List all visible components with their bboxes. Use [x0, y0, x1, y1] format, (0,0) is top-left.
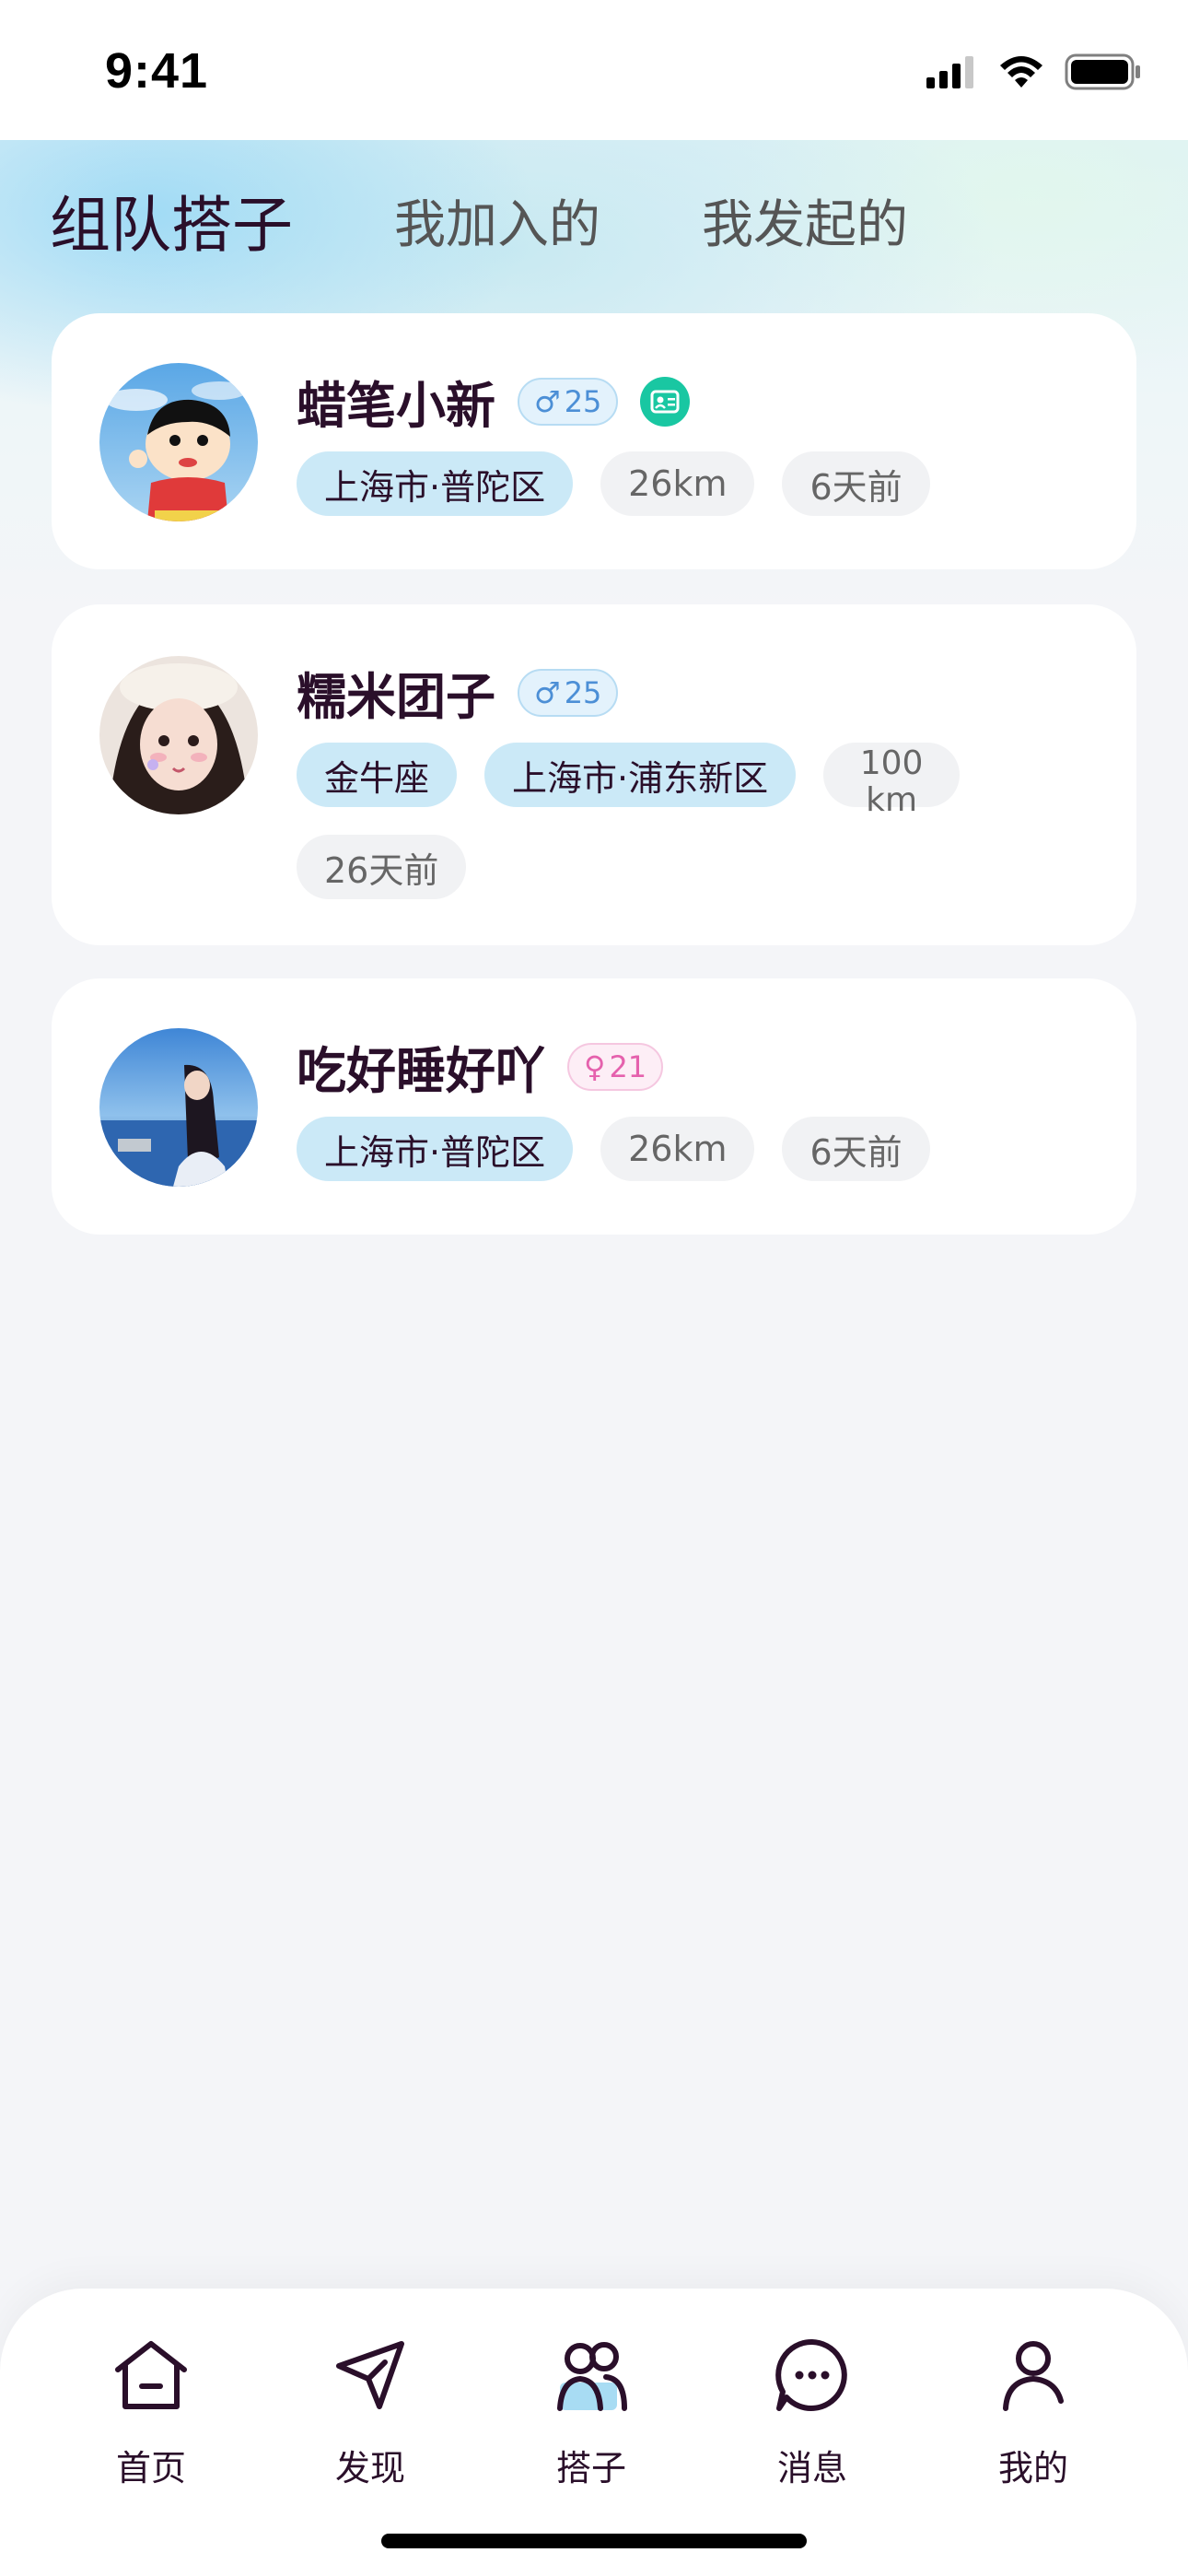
- distance-tag: 26km: [600, 451, 755, 516]
- female-icon: ♀: [584, 1048, 606, 1084]
- time-tag: 6天前: [782, 1117, 930, 1181]
- nav-item-discover[interactable]: 发现: [292, 2336, 448, 2490]
- gender-age-badge: ♂ 25: [518, 377, 619, 426]
- tab-team-partner[interactable]: 组队搭子: [50, 184, 293, 269]
- status-icons: [925, 53, 1142, 94]
- id-card-icon: [640, 376, 691, 427]
- location-tag: 上海市·浦东新区: [484, 743, 797, 807]
- status-bar: 9:41: [0, 0, 1188, 140]
- partner-card[interactable]: 吃好睡好吖 ♀ 21 上海市·普陀区 26km 6天前: [52, 978, 1136, 1235]
- tab-bar: 组队搭子 我加入的 我发起的: [50, 184, 1009, 269]
- status-time: 9:41: [105, 43, 209, 99]
- partner-card[interactable]: 蜡笔小新 ♂ 25 上海市·普陀区 26km 6天前: [52, 313, 1136, 569]
- home-icon: [112, 2336, 190, 2418]
- nav-label: 搭子: [555, 2448, 626, 2488]
- home-indicator: [381, 2534, 807, 2548]
- age-value: 25: [564, 383, 602, 419]
- nav-item-messages[interactable]: 消息: [734, 2336, 891, 2490]
- nav-item-home[interactable]: 首页: [73, 2336, 229, 2490]
- age-value: 25: [564, 674, 602, 710]
- user-name: 蜡笔小新: [297, 377, 495, 435]
- avatar[interactable]: [99, 363, 258, 521]
- nav-item-partner[interactable]: 搭子: [513, 2336, 670, 2490]
- partner-icon: [553, 2336, 630, 2418]
- male-icon: ♂: [534, 383, 561, 419]
- time-tag: 26天前: [297, 835, 467, 899]
- name-row: 蜡笔小新 ♂ 25: [297, 365, 691, 438]
- zodiac-tag: 金牛座: [297, 743, 458, 807]
- name-row: 糯米团子 ♂ 25: [297, 656, 619, 729]
- nav-label: 我的: [997, 2448, 1068, 2488]
- gender-age-badge: ♂ 25: [518, 668, 619, 717]
- nav-item-profile[interactable]: 我的: [955, 2336, 1112, 2490]
- user-name: 糯米团子: [297, 668, 495, 726]
- distance-tag: 26km: [600, 1117, 755, 1181]
- wifi-icon: [998, 54, 1044, 93]
- message-icon: [774, 2336, 851, 2418]
- tag-list: 上海市·普陀区 26km 6天前: [297, 451, 1107, 516]
- location-tag: 上海市·普陀区: [297, 1117, 574, 1181]
- nav-label: 消息: [776, 2448, 847, 2488]
- avatar[interactable]: [99, 1028, 258, 1187]
- user-name: 吃好睡好吖: [297, 1042, 545, 1100]
- male-icon: ♂: [534, 674, 561, 710]
- discover-icon: [332, 2336, 409, 2418]
- age-value: 21: [609, 1048, 647, 1084]
- tab-joined[interactable]: 我加入的: [394, 184, 600, 267]
- battery-icon: [1065, 53, 1142, 94]
- gender-age-badge: ♀ 21: [567, 1042, 664, 1091]
- nav-label: 首页: [115, 2448, 186, 2488]
- nav-label: 发现: [334, 2448, 405, 2488]
- avatar[interactable]: [99, 656, 258, 814]
- time-tag: 6天前: [782, 451, 930, 516]
- cellular-signal-icon: [925, 55, 978, 92]
- distance-tag: 100km: [823, 743, 961, 819]
- tab-initiated[interactable]: 我发起的: [702, 184, 908, 267]
- location-tag: 上海市·普陀区: [297, 451, 574, 516]
- partner-card[interactable]: 糯米团子 ♂ 25 金牛座 上海市·浦东新区 100km 26天前: [52, 604, 1136, 945]
- tag-list: 上海市·普陀区 26km 6天前: [297, 1117, 1107, 1181]
- profile-icon: [995, 2336, 1072, 2418]
- tag-list: 金牛座 上海市·浦东新区 100km 26天前: [297, 743, 1107, 899]
- name-row: 吃好睡好吖 ♀ 21: [297, 1030, 664, 1103]
